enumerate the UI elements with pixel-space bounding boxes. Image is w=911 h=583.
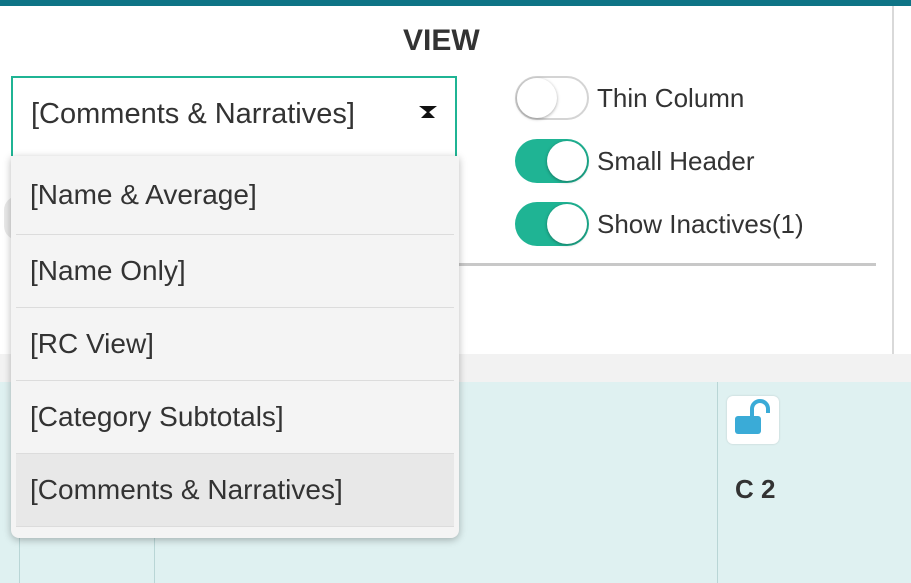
menu-item-name-only[interactable]: [Name Only] — [16, 235, 454, 308]
show-inactives-label: Show Inactives(1) — [597, 208, 804, 239]
menu-item-comments-narratives[interactable]: [Comments & Narratives] — [16, 454, 454, 527]
thin-column-toggle-row[interactable]: Thin Column — [515, 75, 744, 121]
menu-item-category-subtotals[interactable]: [Category Subtotals] — [16, 381, 454, 454]
toggle-knob — [547, 141, 587, 181]
thin-column-toggle[interactable] — [515, 76, 589, 120]
small-header-label: Small Header — [597, 145, 755, 176]
small-header-toggle[interactable] — [515, 139, 589, 183]
toggle-knob — [517, 78, 557, 118]
thin-column-label: Thin Column — [597, 82, 745, 113]
column-header-label: C 2 — [735, 474, 776, 504]
show-inactives-toggle[interactable] — [515, 202, 589, 246]
top-accent-bar — [0, 0, 911, 6]
view-select-value: [Comments & Narratives] — [31, 98, 355, 130]
dropdown-caret-icon[interactable] — [418, 102, 438, 122]
small-header-toggle-row[interactable]: Small Header — [515, 138, 755, 184]
column-lock-button[interactable] — [727, 396, 779, 444]
show-inactives-toggle-row[interactable]: Show Inactives(1) — [515, 201, 804, 247]
menu-item-rc-view[interactable]: [RC View] — [16, 308, 454, 381]
unlock-icon — [735, 399, 770, 434]
grid-column-line — [717, 382, 718, 583]
section-separator — [457, 263, 876, 266]
view-select[interactable]: [Comments & Narratives] — [11, 76, 457, 156]
menu-item-name-average[interactable]: [Name & Average] — [16, 156, 454, 235]
panel-divider — [892, 6, 894, 354]
toggle-knob — [547, 204, 587, 244]
view-dropdown-menu: [Name & Average] [Name Only] [RC View] [… — [11, 156, 459, 538]
view-section-title: VIEW — [403, 24, 480, 57]
